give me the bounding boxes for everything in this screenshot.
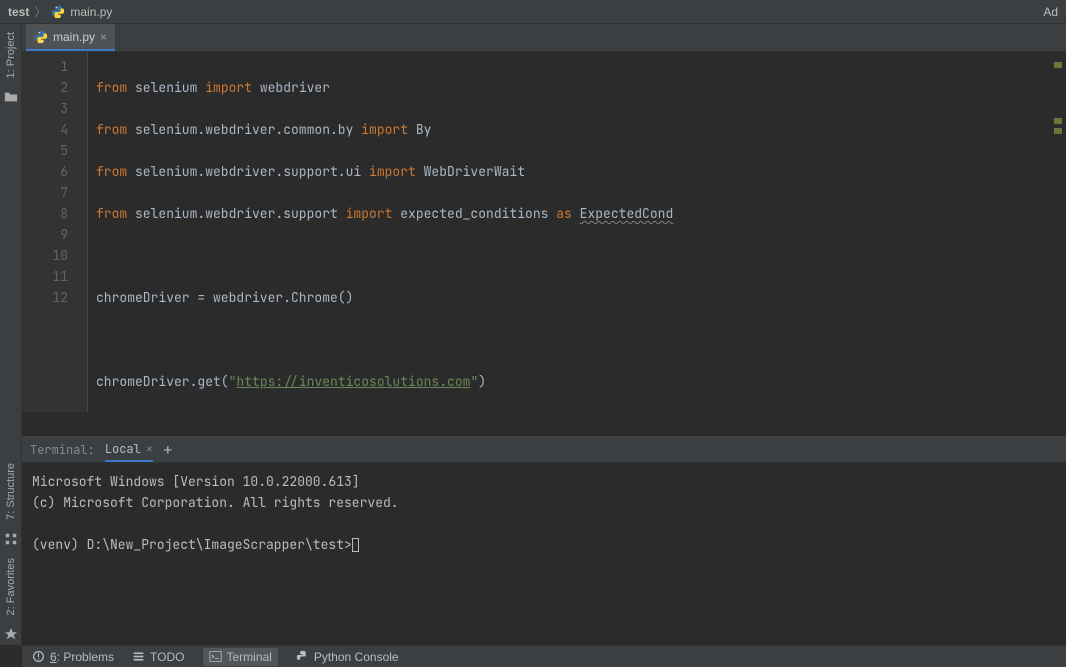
code-line[interactable]: from selenium.webdriver.support import e… bbox=[96, 203, 1058, 224]
new-terminal-button[interactable]: + bbox=[163, 439, 173, 460]
code-area[interactable]: from selenium import webdriver from sele… bbox=[88, 52, 1066, 412]
terminal-prompt: (venv) D:\New_Project\ImageScrapper\test… bbox=[32, 536, 352, 553]
star-icon bbox=[4, 627, 18, 641]
favorites-tool-button[interactable]: 2: Favorites bbox=[5, 550, 17, 623]
python-file-icon bbox=[34, 30, 48, 44]
terminal-tab-local[interactable]: Local × bbox=[105, 437, 153, 462]
editor-pane[interactable]: 1 2 3 4 5 6 7 8 9 10 11 12 from selenium… bbox=[22, 52, 1066, 412]
code-line[interactable]: from selenium import webdriver bbox=[96, 77, 1058, 98]
line-number: 2 bbox=[22, 77, 68, 98]
code-line[interactable]: from selenium.webdriver.support.ui impor… bbox=[96, 161, 1058, 182]
close-icon[interactable]: × bbox=[146, 441, 153, 457]
terminal-icon bbox=[209, 650, 222, 663]
line-number: 4 bbox=[22, 119, 68, 140]
code-line[interactable] bbox=[96, 329, 1058, 350]
close-tab-icon[interactable]: × bbox=[100, 30, 107, 44]
code-line[interactable]: chromeDriver.get("https://inventicosolut… bbox=[96, 371, 1058, 392]
breadcrumb[interactable]: test 〉 main.py bbox=[8, 3, 112, 20]
breadcrumb-separator: 〉 bbox=[34, 3, 46, 20]
left-tool-rail: 1: Project 7: Structure 2: Favorites bbox=[0, 24, 22, 645]
editor-tab-main[interactable]: main.py × bbox=[26, 24, 115, 51]
python-icon bbox=[296, 650, 309, 663]
line-number: 5 bbox=[22, 140, 68, 161]
breadcrumb-project[interactable]: test bbox=[8, 5, 29, 19]
terminal-tool-window: Terminal: Local × + Microsoft Windows [V… bbox=[22, 436, 1066, 645]
project-tool-button[interactable]: 1: Project bbox=[5, 24, 17, 86]
terminal-title: Terminal: bbox=[30, 442, 95, 458]
line-number: 7 bbox=[22, 182, 68, 203]
folder-icon bbox=[4, 90, 18, 104]
breadcrumb-file[interactable]: main.py bbox=[70, 5, 112, 19]
terminal-line: (c) Microsoft Corporation. All rights re… bbox=[32, 494, 399, 511]
code-line[interactable]: from selenium.webdriver.common.by import… bbox=[96, 119, 1058, 140]
line-number: 12 bbox=[22, 287, 68, 308]
line-number: 9 bbox=[22, 224, 68, 245]
code-line[interactable]: chromeDriver = webdriver.Chrome() bbox=[96, 287, 1058, 308]
terminal-output[interactable]: Microsoft Windows [Version 10.0.22000.61… bbox=[22, 463, 1066, 645]
line-number: 1 bbox=[22, 56, 68, 77]
python-console-tool-button[interactable]: Python Console bbox=[296, 650, 399, 664]
line-number: 3 bbox=[22, 98, 68, 119]
fold-column[interactable] bbox=[78, 52, 88, 412]
todo-tool-button[interactable]: TODO bbox=[132, 650, 184, 664]
terminal-tabs: Terminal: Local × + bbox=[22, 437, 1066, 463]
line-number: 11 bbox=[22, 266, 68, 287]
structure-tool-button[interactable]: 7: Structure bbox=[5, 455, 17, 528]
navigation-bar: test 〉 main.py Ad bbox=[0, 0, 1066, 24]
terminal-tool-button[interactable]: Terminal bbox=[203, 648, 278, 666]
line-number: 10 bbox=[22, 245, 68, 266]
problems-tool-button[interactable]: 6: Problems bbox=[32, 650, 114, 664]
structure-icon bbox=[4, 532, 18, 546]
editor-tab-bar: main.py × bbox=[22, 24, 1066, 52]
line-number-gutter: 1 2 3 4 5 6 7 8 9 10 11 12 bbox=[22, 52, 78, 412]
line-number: 8 bbox=[22, 203, 68, 224]
topbar-right-text[interactable]: Ad bbox=[1043, 5, 1058, 19]
terminal-line: Microsoft Windows [Version 10.0.22000.61… bbox=[32, 473, 360, 490]
python-file-icon bbox=[51, 5, 65, 19]
bottom-tool-bar: 6: Problems TODO Terminal Python Console bbox=[22, 645, 1066, 667]
line-number: 6 bbox=[22, 161, 68, 182]
code-line[interactable] bbox=[96, 245, 1058, 266]
terminal-caret bbox=[352, 538, 359, 552]
editor-marker-bar[interactable] bbox=[1052, 56, 1064, 176]
list-icon bbox=[132, 650, 145, 663]
editor-tab-label: main.py bbox=[53, 30, 95, 44]
warning-icon bbox=[32, 650, 45, 663]
